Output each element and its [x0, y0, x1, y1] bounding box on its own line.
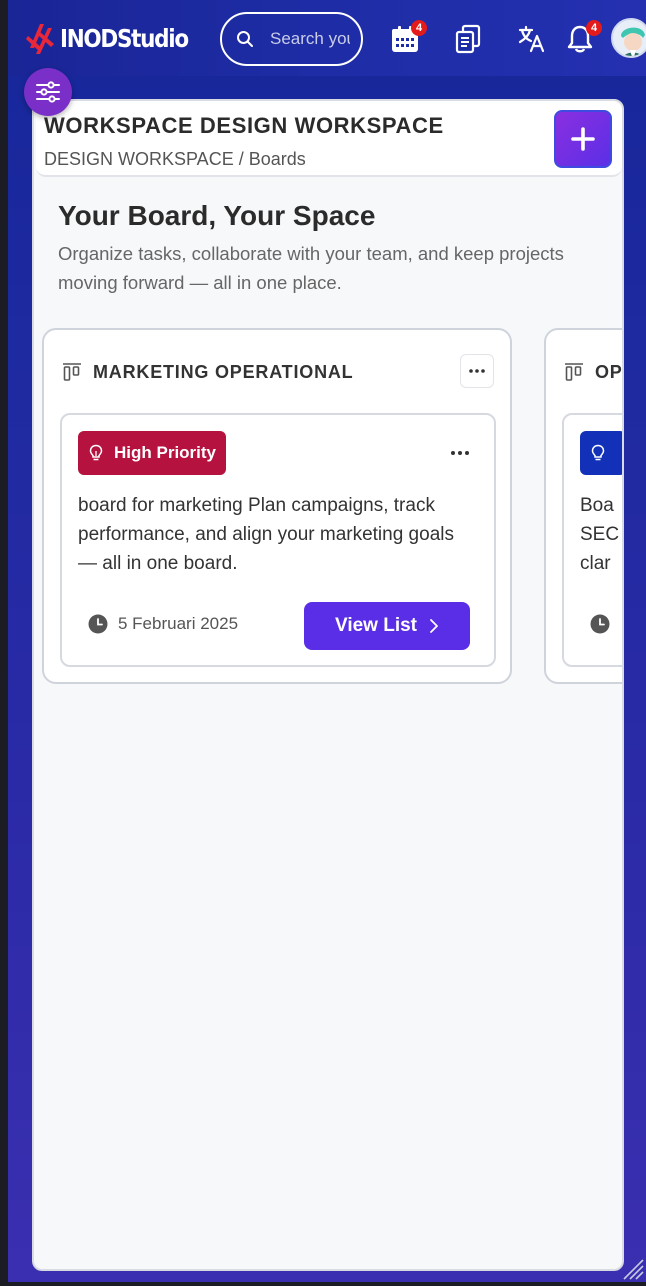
notifications-badge: 4	[586, 20, 602, 36]
calendar-badge: 4	[411, 20, 427, 36]
search-icon	[237, 31, 253, 47]
board-column: MARKETING OPERATIONAL High Priority boar…	[42, 328, 512, 684]
card-date-text: 5 Februari 2025	[118, 614, 239, 633]
board-title: MARKETING OPERATIONAL	[93, 362, 354, 382]
card-description-line: SEC	[580, 524, 620, 545]
hero-subtitle: Organize tasks, collaborate with your te…	[58, 243, 564, 293]
filter-button[interactable]	[24, 68, 72, 116]
breadcrumb[interactable]: DESIGN WORKSPACE / Boards	[44, 149, 306, 170]
calendar-button[interactable]: 4	[389, 20, 427, 56]
chevron-right-icon	[430, 619, 438, 633]
page-title: WORKSPACE DESIGN WORKSPACE	[44, 113, 444, 138]
hero-title: Your Board, Your Space	[58, 200, 376, 231]
workspace-header: WORKSPACE DESIGN WORKSPACE DESIGN WORKSP…	[36, 101, 622, 177]
board-more-button[interactable]	[460, 354, 494, 388]
notifications-button[interactable]: 4	[564, 20, 602, 56]
avatar[interactable]	[611, 18, 646, 58]
card-description: board for marketing Plan campaigns, trac…	[78, 495, 454, 574]
search-input[interactable]	[270, 29, 350, 49]
top-navigation-bar: INODStudio 4	[8, 0, 646, 76]
more-horizontal-icon	[469, 369, 485, 373]
brand-name: INODStudio	[60, 23, 189, 53]
priority-badge: High Priority	[78, 431, 227, 475]
translate-icon	[518, 25, 545, 53]
more-horizontal-icon	[451, 451, 469, 455]
add-board-button[interactable]	[554, 110, 612, 168]
view-list-button[interactable]: View List	[304, 602, 470, 650]
board-column: OP Boa SEC clar	[544, 328, 623, 684]
card-more-button[interactable]	[448, 443, 472, 463]
kanban-icon	[565, 363, 583, 381]
lightbulb-icon	[591, 444, 605, 461]
language-button[interactable]	[516, 22, 548, 56]
clock-icon	[88, 614, 108, 634]
workspace-panel: WORKSPACE DESIGN WORKSPACE DESIGN WORKSP…	[32, 99, 624, 1271]
board-card[interactable]: Boa SEC clar	[562, 413, 622, 667]
card-description-line: Boa	[580, 495, 614, 516]
search-box[interactable]	[220, 12, 363, 66]
card-date	[590, 614, 610, 634]
logo-mark-icon	[26, 24, 54, 54]
card-description: Boa SEC clar	[580, 491, 622, 578]
view-list-label: View List	[334, 615, 417, 636]
clipboard-icon	[455, 24, 481, 54]
window-frame-left	[0, 0, 8, 1286]
window-frame-bottom	[0, 1282, 646, 1286]
board-title: OP	[595, 362, 623, 382]
priority-badge	[580, 431, 622, 475]
lightbulb-icon	[89, 444, 103, 461]
board-card[interactable]: High Priority board for marketing Plan c…	[60, 413, 496, 667]
card-description-line: clar	[580, 553, 611, 574]
card-date: 5 Februari 2025	[88, 614, 238, 634]
priority-label: High Priority	[114, 443, 217, 462]
resize-grip-icon[interactable]	[620, 1256, 644, 1280]
clock-icon	[590, 614, 610, 634]
clipboard-button[interactable]	[452, 22, 484, 56]
kanban-icon	[63, 363, 81, 381]
user-avatar-icon	[613, 20, 646, 56]
brand-logo[interactable]: INODStudio	[26, 18, 209, 58]
sliders-icon	[36, 81, 60, 103]
plus-icon	[571, 127, 595, 151]
